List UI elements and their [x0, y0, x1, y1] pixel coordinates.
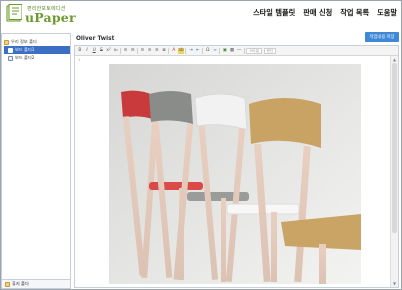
tree-item-label: 보드 폴더2	[15, 55, 35, 60]
top-nav: 스타일 템플릿 판매 신청 작업 목록 도움말	[253, 8, 397, 18]
toolbar-divider	[219, 47, 221, 54]
align-right-icon[interactable]: ≡	[154, 48, 160, 54]
image-insert-icon[interactable]: ▣	[222, 48, 228, 54]
link-icon[interactable]: ∞	[212, 48, 218, 54]
rich-text-editor: B I U S x² x₂ ≡ ☰ ≡ ≡ ≡ ≣ A ab ⇥ ⇤ Ω ∞ ▣…	[74, 45, 399, 288]
scroll-thumb[interactable]	[392, 63, 397, 233]
subscript-icon[interactable]: x₂	[113, 48, 119, 54]
scroll-down-icon[interactable]: ▼	[392, 281, 397, 286]
editor-content[interactable]: 1	[75, 56, 389, 287]
editor-scrollbar[interactable]: ▲ ▼	[390, 56, 398, 287]
logo-mark-icon	[6, 4, 22, 22]
line-gutter: 1	[78, 58, 81, 62]
underline-icon[interactable]: U	[91, 48, 97, 54]
bold-icon[interactable]: B	[77, 48, 83, 54]
trash-icon	[5, 281, 10, 287]
trash-label: 휴지 폴더	[12, 281, 29, 286]
align-left-icon[interactable]: ≡	[140, 48, 146, 54]
editor-toolbar: B I U S x² x₂ ≡ ☰ ≡ ≡ ≡ ≣ A ab ⇥ ⇤ Ω ∞ ▣…	[75, 46, 398, 56]
toolbar-divider	[137, 47, 139, 54]
hr-insert-icon[interactable]: ―	[236, 48, 242, 54]
tree-root-folder[interactable]: 우리 정보 폴더	[4, 38, 37, 46]
special-char-icon[interactable]: Ω	[205, 48, 211, 54]
document-title: Oliver Twist	[76, 36, 115, 42]
scroll-up-icon[interactable]: ▲	[392, 57, 397, 62]
trash-icon-wrap	[5, 280, 10, 288]
align-justify-icon[interactable]: ≣	[161, 48, 167, 54]
highlight-icon[interactable]: ab	[178, 47, 184, 54]
italic-icon[interactable]: I	[84, 48, 90, 54]
toolbar-divider	[243, 47, 245, 54]
page-icon	[8, 47, 13, 53]
tree-item[interactable]: 보드 폴더2	[8, 54, 34, 62]
toolbar-divider	[185, 47, 187, 54]
bullet-list-icon[interactable]: ☰	[130, 48, 136, 54]
trash-folder[interactable]: 휴지 폴더	[2, 279, 70, 288]
chairs-photo[interactable]	[109, 64, 361, 284]
nav-style-templates[interactable]: 스타일 템플릿	[253, 8, 295, 18]
page-icon	[8, 55, 13, 61]
folder-icon	[4, 39, 9, 45]
style-select[interactable]: 스타일	[246, 47, 263, 54]
toolbar-divider	[202, 47, 204, 54]
folder-sidebar: 우리 정보 폴더 보드 폴더1 보드 폴더2 휴지 폴더	[1, 33, 71, 289]
text-color-icon[interactable]: A	[171, 48, 177, 54]
outdent-icon[interactable]: ⇤	[195, 48, 201, 54]
superscript-icon[interactable]: x²	[106, 48, 112, 54]
strikethrough-icon[interactable]: S	[99, 48, 105, 54]
indent-icon[interactable]: ⇥	[188, 48, 194, 54]
nav-sale-request[interactable]: 판매 신청	[303, 8, 332, 18]
logo-wordmark: uPaper	[25, 10, 76, 25]
format-select[interactable]: 문단	[263, 47, 277, 54]
toolbar-divider	[120, 47, 122, 54]
table-insert-icon[interactable]: ▦	[229, 48, 235, 54]
align-center-icon[interactable]: ≡	[147, 48, 153, 54]
save-button[interactable]: 작업내용 저장	[365, 32, 399, 42]
app-logo[interactable]: 편리한포토에디션 uPaper	[6, 4, 86, 26]
tree-item-selected[interactable]: 보드 폴더1	[4, 46, 70, 54]
nav-help[interactable]: 도움말	[377, 8, 397, 18]
tree-root-label: 우리 정보 폴더	[11, 39, 37, 44]
app-header: 편리한포토에디션 uPaper 스타일 템플릿 판매 신청 작업 목록 도움말	[0, 0, 402, 30]
nav-work-list[interactable]: 작업 목록	[340, 8, 369, 18]
numbered-list-icon[interactable]: ≡	[123, 48, 129, 54]
toolbar-divider	[168, 47, 170, 54]
tree-item-label: 보드 폴더1	[15, 47, 35, 52]
